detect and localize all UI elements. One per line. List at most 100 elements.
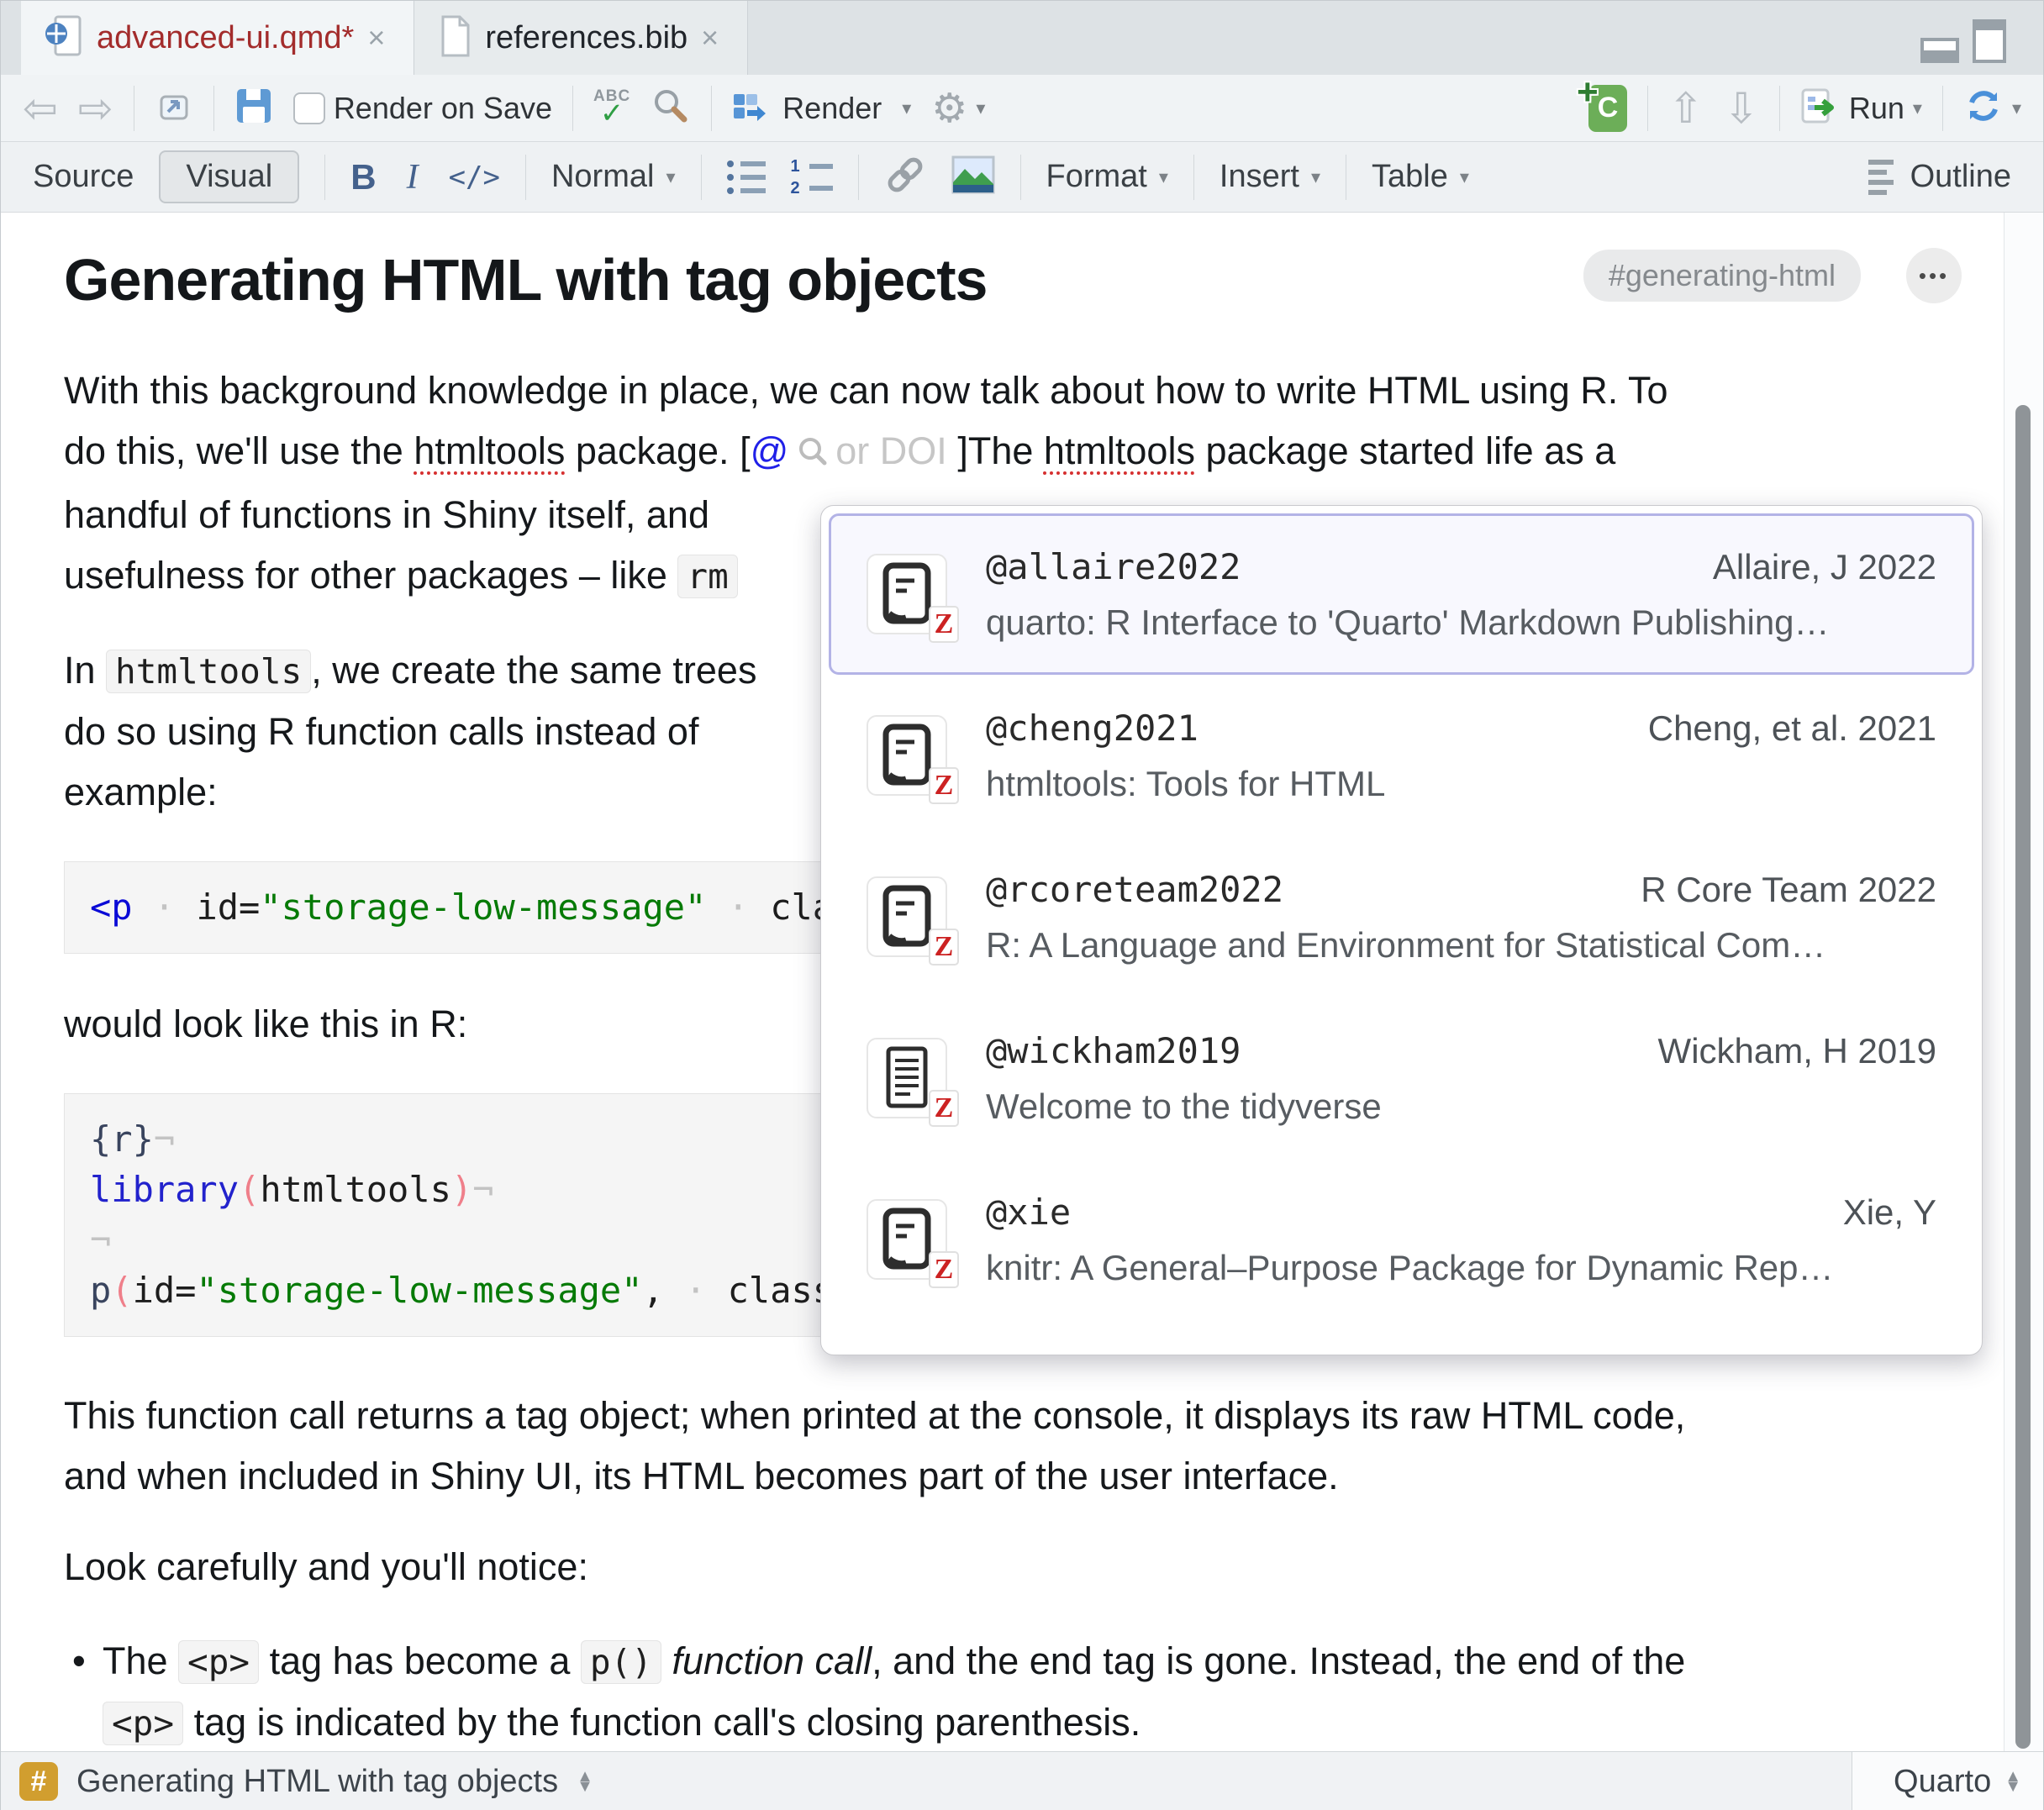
maximize-pane-icon[interactable] — [1973, 19, 2006, 63]
article-icon: Z — [867, 1038, 947, 1118]
separator — [1020, 155, 1021, 200]
book-icon: Z — [867, 715, 947, 796]
insert-chunk-button[interactable]: C + — [1588, 85, 1627, 132]
render-dropdown-caret[interactable]: ▾ — [902, 97, 911, 119]
render-icon — [732, 87, 774, 129]
citation-suggestion[interactable]: Z @wickham2019Wickham, H 2019 Welcome to… — [829, 997, 1974, 1159]
citation-author: Cheng, et al. 2021 — [1648, 708, 1936, 749]
run-icon — [1800, 86, 1841, 130]
citation-author: Allaire, J 2022 — [1713, 547, 1936, 587]
checkbox[interactable] — [293, 92, 325, 124]
minimize-pane-icon[interactable] — [1920, 38, 1959, 63]
editor-tab-bar: advanced-ui.qmd* × references.bib × — [1, 1, 2043, 75]
current-section-label: Generating HTML with tag objects — [76, 1764, 558, 1800]
citation-author: Xie, Y — [1843, 1192, 1936, 1233]
text-line: do this, we'll use the htmltools package… — [64, 421, 1942, 485]
heading-options-button[interactable]: ••• — [1906, 248, 1962, 303]
find-replace-button[interactable] — [651, 86, 691, 130]
go-to-previous-chunk-button[interactable]: ⇧ — [1668, 87, 1704, 129]
separator — [1647, 86, 1648, 131]
insert-menu[interactable]: Insert ▾ — [1220, 159, 1320, 195]
tab-label: advanced-ui.qmd* — [97, 20, 354, 56]
render-settings-button[interactable]: ⚙ ▾ — [931, 88, 985, 129]
zotero-badge: Z — [929, 1251, 959, 1288]
spellcheck-button[interactable]: ABC ✓ — [593, 88, 630, 128]
paragraph-style-dropdown[interactable]: Normal ▾ — [551, 159, 676, 195]
citation-author: Wickham, H 2019 — [1658, 1031, 1936, 1071]
rerun-button[interactable]: ▾ — [1963, 86, 2021, 130]
rerun-icon — [1963, 86, 2004, 130]
citation-key: @allaire2022 — [986, 546, 1241, 587]
text-line: The <p> tag has become a p() function ca… — [103, 1631, 1942, 1692]
run-button[interactable]: Run ▾ — [1800, 86, 1922, 130]
citation-suggestion[interactable]: Z @allaire2022 Allaire, J 2022 quarto: R … — [829, 513, 1974, 675]
section-navigator[interactable]: # Generating HTML with tag objects ▲▼ — [1, 1752, 1852, 1810]
bullet-marker: • — [72, 1631, 86, 1692]
citation-suggestion[interactable]: Z @rcoreteam2022R Core Team 2022 R: A La… — [829, 836, 1974, 997]
up-down-selector-icon: ▲▼ — [2004, 1771, 2021, 1792]
editor-status-bar: # Generating HTML with tag objects ▲▼ Qu… — [1, 1751, 2043, 1810]
scrollbar-thumb[interactable] — [2015, 405, 2031, 1749]
back-button[interactable]: ⇦ — [23, 87, 58, 129]
zotero-badge: Z — [929, 767, 959, 804]
inline-citation-input[interactable]: [@or DOI ] — [740, 429, 968, 472]
render-on-save-checkbox[interactable]: Render on Save — [293, 91, 552, 126]
code-format-button[interactable]: </> — [449, 160, 500, 194]
vertical-scrollbar[interactable] — [2004, 213, 2043, 1751]
tab-label: references.bib — [485, 20, 687, 56]
chevron-down-icon: ▾ — [666, 166, 675, 188]
separator — [1942, 86, 1943, 131]
tab-references-bib[interactable]: references.bib × — [414, 1, 748, 75]
main-toolbar: ⇦ ⇨ Render on Save ABC ✓ Render ▾ ⚙ ▾ C … — [1, 75, 2043, 142]
bold-button[interactable]: B — [350, 157, 376, 197]
table-menu[interactable]: Table ▾ — [1372, 159, 1469, 195]
bulleted-list-button[interactable] — [727, 160, 766, 194]
open-in-new-window-button[interactable] — [155, 87, 193, 129]
tab-advanced-ui-qmd[interactable]: advanced-ui.qmd* × — [21, 1, 414, 75]
save-button[interactable] — [234, 87, 273, 129]
visual-editor-format-bar: Source Visual B I </> Normal ▾ 1 2 Forma… — [1, 142, 2043, 213]
separator — [324, 155, 325, 200]
insert-image-button[interactable] — [951, 155, 995, 198]
paragraph-3: This function call returns a tag object;… — [64, 1386, 1942, 1507]
render-button[interactable]: Render — [732, 87, 882, 129]
inline-code: <p> — [178, 1640, 259, 1684]
format-label: Quarto — [1894, 1764, 1991, 1800]
book-icon: Z — [867, 1199, 947, 1280]
source-mode-button[interactable]: Source — [33, 159, 134, 195]
numbered-list-button[interactable]: 1 2 — [791, 158, 833, 197]
forward-button[interactable]: ⇨ — [78, 87, 113, 129]
inline-code: rm — [677, 555, 737, 598]
citation-title: quarto: R Interface to 'Quarto' Markdown… — [986, 602, 1936, 643]
citation-suggestion[interactable]: Z @xieXie, Y knitr: A General–Purpose Pa… — [829, 1159, 1974, 1320]
heading-anchor-badge[interactable]: #generating-html — [1583, 250, 1861, 302]
separator — [525, 155, 526, 200]
citation-key: @wickham2019 — [986, 1030, 1241, 1071]
book-icon: Z — [867, 554, 947, 634]
inline-code: <p> — [103, 1702, 183, 1745]
close-icon[interactable]: × — [701, 23, 719, 53]
visual-editor-canvas[interactable]: Generating HTML with tag objects #genera… — [1, 213, 2043, 1751]
visual-mode-button[interactable]: Visual — [159, 150, 299, 203]
close-icon[interactable]: × — [367, 23, 385, 53]
go-to-next-chunk-button[interactable]: ⇩ — [1724, 87, 1759, 129]
outline-toggle-button[interactable]: Outline — [1868, 159, 2011, 195]
italic-button[interactable]: I — [402, 157, 424, 197]
text-line: This function call returns a tag object;… — [64, 1386, 1942, 1446]
run-dropdown-caret: ▾ — [1913, 97, 1922, 119]
text-line: <p> tag is indicated by the function cal… — [103, 1692, 1942, 1754]
insert-link-button[interactable] — [884, 154, 926, 200]
citation-title: htmltools: Tools for HTML — [986, 764, 1936, 804]
misspelled-word: htmltools — [414, 429, 565, 472]
format-selector[interactable]: Quarto ▲▼ — [1852, 1752, 2043, 1810]
citation-key: @cheng2021 — [986, 708, 1198, 749]
plus-icon: + — [1577, 71, 1599, 113]
run-label: Run — [1849, 91, 1904, 126]
render-on-save-label: Render on Save — [334, 91, 552, 126]
text-line: and when included in Shiny UI, its HTML … — [64, 1446, 1942, 1507]
separator — [572, 86, 573, 131]
separator — [1193, 155, 1194, 200]
citation-suggestion[interactable]: Z @cheng2021 Cheng, et al. 2021 htmltools… — [829, 675, 1974, 836]
format-menu[interactable]: Format ▾ — [1046, 159, 1168, 195]
inline-code: htmltools — [106, 650, 311, 693]
